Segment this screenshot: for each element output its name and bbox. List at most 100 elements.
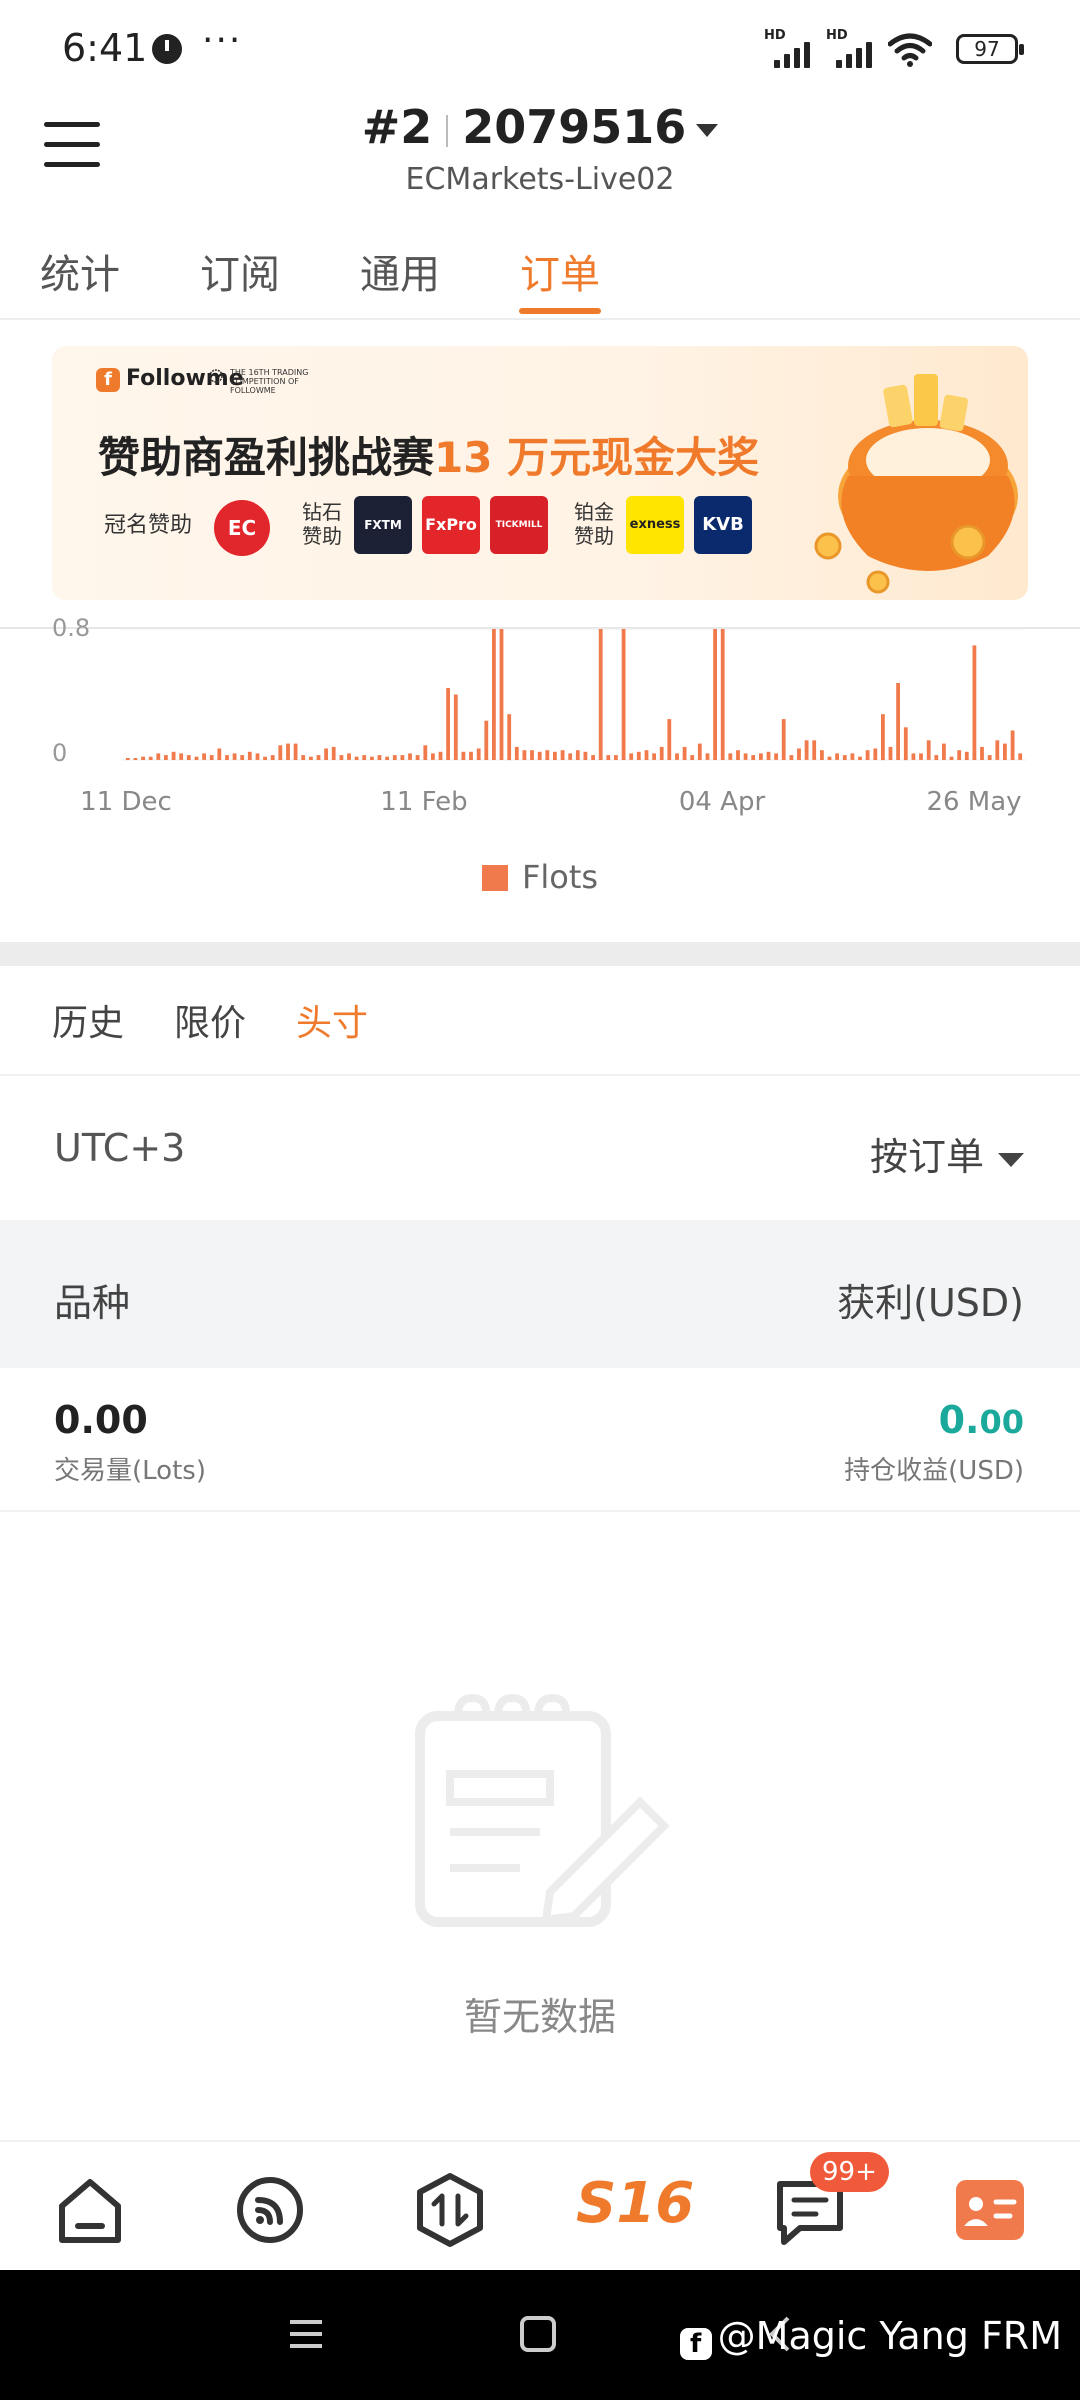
main-tabs: 统计 订阅 通用 订单 xyxy=(0,232,1080,320)
empty-notepad-icon xyxy=(415,1693,670,1927)
chart-bar xyxy=(575,750,580,760)
tickmill-logo: TICKMILL xyxy=(490,496,548,554)
kvb-logo: KVB xyxy=(694,496,752,554)
tab-general[interactable]: 通用 xyxy=(360,242,440,300)
chevron-down-icon xyxy=(696,124,719,137)
y-tick-label-0: 0 xyxy=(52,739,67,767)
chart-bar xyxy=(980,746,984,760)
trade-icon[interactable] xyxy=(410,2170,490,2250)
exness-logo: exness xyxy=(626,496,684,554)
chart-bar xyxy=(202,753,206,760)
x-tick-label: 26 May xyxy=(926,787,1021,817)
battery-icon: 97 xyxy=(956,34,1024,64)
flots-bar-chart: 0 0.8 11 Dec 11 Feb 04 Apr 26 May xyxy=(0,614,1080,817)
chart-bar xyxy=(873,748,878,760)
chart-bar xyxy=(652,753,656,760)
chart-bar xyxy=(560,750,565,760)
legend-swatch xyxy=(481,865,508,891)
chart-bar xyxy=(1018,753,1023,760)
chart-bar xyxy=(636,751,641,760)
profile-card-icon[interactable] xyxy=(950,2170,1030,2250)
tab-positions[interactable]: 头寸 xyxy=(296,994,368,1046)
chart-bar xyxy=(324,748,328,760)
chart-bar xyxy=(209,755,214,760)
competition-badge: THE 16TH TRADING COMPETITION OF FOLLOWME xyxy=(209,368,320,395)
chart-bar xyxy=(934,755,939,760)
chart-bar xyxy=(423,745,428,760)
chart-bar xyxy=(850,753,855,760)
chart-bar xyxy=(682,746,687,760)
home-button-icon[interactable] xyxy=(518,2314,558,2354)
status-time: 6:41 xyxy=(62,26,148,70)
tab-subscribe[interactable]: 订阅 xyxy=(200,242,280,300)
legend-label: Flots xyxy=(521,858,599,896)
chart-bar xyxy=(926,740,931,760)
recent-apps-icon[interactable] xyxy=(286,2314,326,2354)
chart-bar xyxy=(194,756,199,760)
chart-bar xyxy=(217,748,222,760)
chart-bar xyxy=(842,755,847,760)
chart-bar xyxy=(354,756,359,760)
chart-bar xyxy=(385,756,389,760)
chart-bar xyxy=(720,629,725,760)
account-selector[interactable]: #2 2079516 ECMarkets-Live02 xyxy=(0,100,1080,197)
chart-bar xyxy=(408,753,412,760)
chart-bar xyxy=(675,753,679,760)
chart-bar xyxy=(286,743,290,760)
chart-bar xyxy=(964,751,969,760)
chart-bar xyxy=(621,629,626,760)
chart-bar xyxy=(919,753,923,760)
chart-bar xyxy=(690,755,695,760)
feed-icon[interactable] xyxy=(230,2170,310,2250)
chart-bar xyxy=(263,756,267,760)
chart-bar xyxy=(148,756,153,760)
tab-history[interactable]: 历史 xyxy=(52,994,124,1046)
s16-competition-tab[interactable]: S16 xyxy=(576,2164,694,2244)
chart-bar xyxy=(484,720,489,760)
chart-bar xyxy=(591,755,595,760)
banner-title: 赞助商盈利挑战赛13 万元现金大奖 xyxy=(98,433,760,482)
chart-bar xyxy=(522,750,527,760)
chart-bar xyxy=(781,719,786,760)
chart-bar xyxy=(995,740,1000,760)
chart-bar xyxy=(331,746,336,760)
chart-bar xyxy=(614,755,618,760)
chart-bar xyxy=(629,753,634,760)
chart-bar xyxy=(514,746,519,760)
chart-bar xyxy=(400,755,405,760)
chart-bar xyxy=(881,714,885,761)
chart-bar xyxy=(736,750,740,760)
chart-bar xyxy=(751,755,756,760)
tab-statistics[interactable]: 统计 xyxy=(40,242,120,300)
chart-bar xyxy=(774,753,778,760)
chart-bar xyxy=(446,688,450,760)
tab-orders[interactable]: 订单 xyxy=(520,242,600,300)
divider xyxy=(0,1074,1080,1076)
tab-active-indicator xyxy=(519,308,601,314)
chart-bar xyxy=(820,750,824,760)
tab-limit[interactable]: 限价 xyxy=(174,994,246,1046)
chart-bar xyxy=(896,683,900,760)
home-icon[interactable] xyxy=(50,2170,130,2250)
trophy-illustration xyxy=(814,374,1018,594)
chart-bar xyxy=(530,750,534,760)
chart-legend[interactable]: Flots xyxy=(0,858,1080,896)
promo-banner[interactable]: f Followme THE 16TH TRADING COMPETITION O… xyxy=(52,346,1028,600)
sort-dropdown[interactable]: 按订单 xyxy=(870,1126,1024,1181)
chart-bar xyxy=(766,751,771,760)
chart-bar xyxy=(270,755,275,760)
chart-bar xyxy=(903,727,908,761)
chart-bar xyxy=(797,748,801,760)
chart-bar xyxy=(453,694,458,760)
wifi-icon xyxy=(888,33,932,67)
chart-bar xyxy=(362,755,367,760)
x-tick-label: 04 Apr xyxy=(679,787,766,817)
chart-bar xyxy=(179,753,184,760)
divider xyxy=(0,1510,1080,1512)
chart-bar xyxy=(499,629,504,760)
chart-bar xyxy=(225,755,229,760)
empty-state-text: 暂无数据 xyxy=(463,1995,616,2039)
timezone-label[interactable]: UTC+3 xyxy=(54,1126,185,1170)
chart-bar xyxy=(347,753,351,760)
x-tick-label: 11 Dec xyxy=(80,787,172,817)
